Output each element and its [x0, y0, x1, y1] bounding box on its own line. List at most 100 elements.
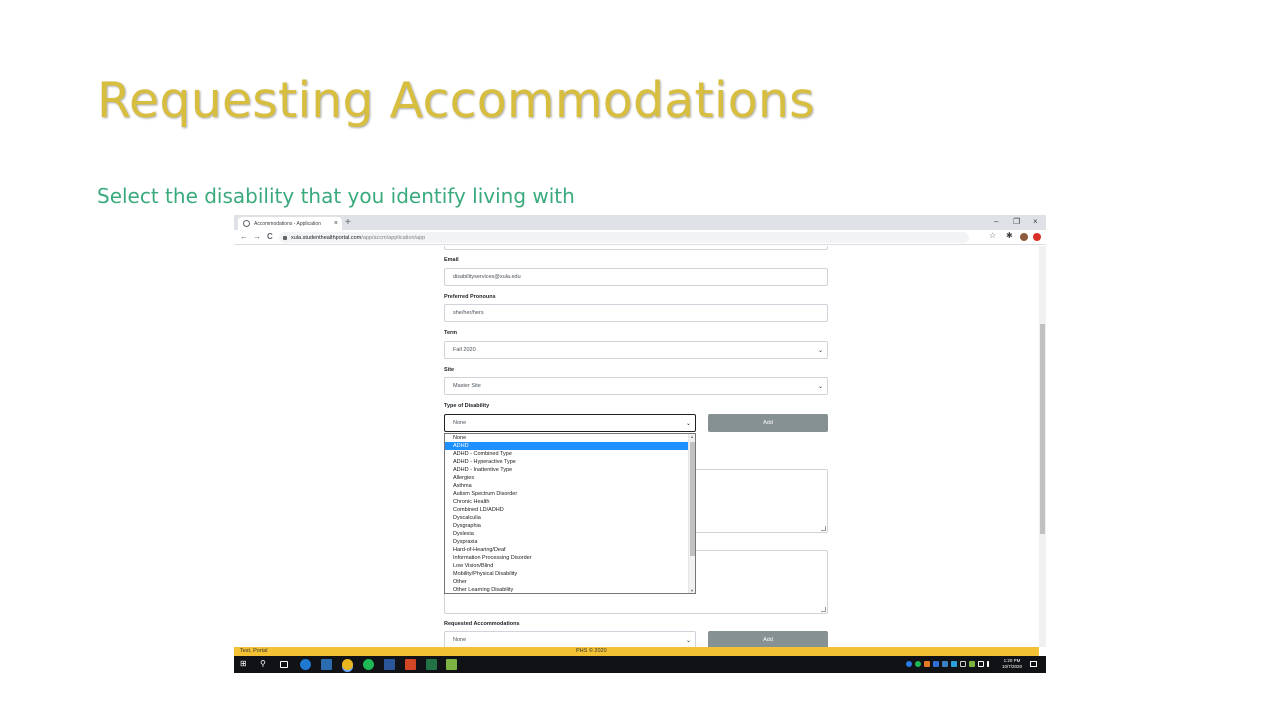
- address-bar[interactable]: xula.studenthealthportal.com /app/accm/a…: [279, 232, 969, 243]
- clock-date: 10/7/2020: [1001, 664, 1023, 669]
- profile-avatar-icon[interactable]: [1020, 233, 1028, 241]
- close-window-button[interactable]: ×: [1033, 216, 1038, 228]
- portal-status-bar: Test, Portal PHS © 2020: [234, 647, 1039, 656]
- page-viewport: Email disabilityservices@xula.edu Prefer…: [234, 246, 1039, 647]
- tray-app-icon[interactable]: [942, 661, 948, 667]
- site-select[interactable]: Master Site ⌄: [444, 377, 828, 395]
- accommodations-select[interactable]: None ⌄: [444, 631, 696, 647]
- lock-icon: [283, 235, 287, 240]
- tray-app-icon[interactable]: [951, 661, 957, 667]
- chevron-down-icon: ⌄: [817, 347, 823, 354]
- dropdown-option[interactable]: Dyslexia: [445, 530, 689, 538]
- add-disability-button[interactable]: Add: [708, 414, 828, 432]
- email-field[interactable]: disabilityservices@xula.edu: [444, 268, 828, 286]
- dropdown-options: None ADHD ADHD - Combined Type ADHD - Hyper…: [445, 434, 695, 593]
- user-name: Test, Portal: [240, 648, 268, 654]
- reload-button[interactable]: C: [267, 231, 273, 243]
- spotify-icon[interactable]: [363, 659, 374, 670]
- back-button[interactable]: ←: [240, 231, 248, 243]
- term-select[interactable]: Fall 2020 ⌄: [444, 341, 828, 359]
- dropdown-option[interactable]: ADHD - Hyperactive Type: [445, 458, 689, 466]
- dropdown-option[interactable]: Autism Spectrum Disorder: [445, 490, 689, 498]
- volume-icon[interactable]: [987, 661, 993, 667]
- dropdown-option[interactable]: Hard-of-Hearing/Deaf: [445, 546, 689, 554]
- bookmark-star-icon[interactable]: ☆: [989, 230, 996, 242]
- tab-bar: Accommodations - Application × + – ❐ ×: [234, 215, 1046, 230]
- notifications-icon[interactable]: [1030, 661, 1037, 667]
- previous-field[interactable]: [444, 246, 828, 250]
- dropdown-option[interactable]: Dyscalculia: [445, 514, 689, 522]
- file-explorer-icon[interactable]: [321, 659, 332, 670]
- network-icon[interactable]: [978, 661, 984, 667]
- page-scrollbar[interactable]: [1039, 246, 1046, 647]
- scroll-down-icon[interactable]: ▼: [690, 588, 694, 593]
- tab-close-icon[interactable]: ×: [334, 220, 338, 227]
- chrome-icon[interactable]: [342, 659, 353, 670]
- browser-screenshot: Accommodations - Application × + – ❐ × ←…: [234, 215, 1046, 673]
- dropdown-option[interactable]: Dyspraxia: [445, 538, 689, 546]
- windows-taskbar: ⊞ ⚲ 1:20 PM 10/7/2020: [234, 656, 1046, 673]
- tray-app-icon[interactable]: [906, 661, 912, 667]
- disability-label: Type of Disability: [444, 403, 490, 409]
- system-clock[interactable]: 1:20 PM 10/7/2020: [1000, 658, 1024, 670]
- new-tab-button[interactable]: +: [345, 217, 351, 229]
- dropdown-option[interactable]: Low Vision/Blind: [445, 562, 689, 570]
- tray-battery-icon[interactable]: [960, 661, 966, 667]
- dropdown-option[interactable]: Asthma: [445, 482, 689, 490]
- app-icon[interactable]: [446, 659, 457, 670]
- browser-toolbar: ← → C xula.studenthealthportal.com /app/…: [234, 230, 1046, 245]
- minimize-button[interactable]: –: [994, 216, 998, 228]
- dropdown-option[interactable]: Mobility/Physical Disability: [445, 570, 689, 578]
- dropdown-option[interactable]: Chronic Health: [445, 498, 689, 506]
- dropdown-option[interactable]: None: [445, 434, 689, 442]
- chevron-down-icon: ⌄: [685, 420, 691, 427]
- disability-value: None: [453, 420, 467, 426]
- disability-dropdown-list[interactable]: None ADHD ADHD - Combined Type ADHD - Hyper…: [444, 433, 696, 594]
- chevron-down-icon: ⌄: [817, 383, 823, 390]
- scroll-up-icon[interactable]: ▲: [690, 434, 694, 439]
- site-value: Master Site: [453, 383, 481, 389]
- dropdown-scroll-thumb[interactable]: [690, 442, 695, 556]
- excel-icon[interactable]: [426, 659, 437, 670]
- task-view-icon[interactable]: [280, 661, 288, 668]
- tray-app-icon[interactable]: [969, 661, 975, 667]
- powerpoint-icon[interactable]: [405, 659, 416, 670]
- slide-title: Requesting Accommodations: [97, 72, 815, 129]
- dropdown-option[interactable]: ADHD - Combined Type: [445, 450, 689, 458]
- term-label: Term: [444, 330, 458, 336]
- dropdown-option[interactable]: ADHD - Inattentive Type: [445, 466, 689, 474]
- page-scroll-thumb[interactable]: [1040, 324, 1045, 534]
- add-accommodation-button[interactable]: Add: [708, 631, 828, 647]
- tray-app-icon[interactable]: [924, 661, 930, 667]
- dropdown-option[interactable]: Combined LD/ADHD: [445, 506, 689, 514]
- pronouns-value: she/her/hers: [453, 310, 484, 316]
- email-label: Email: [444, 257, 459, 263]
- dropdown-option[interactable]: Other Learning Disability: [445, 586, 689, 593]
- url-host: xula.studenthealthportal.com: [291, 234, 362, 241]
- term-value: Fall 2020: [453, 347, 476, 353]
- dropdown-option[interactable]: ADHD: [445, 442, 689, 450]
- extensions-icon[interactable]: ✱: [1006, 230, 1013, 242]
- search-icon[interactable]: ⚲: [260, 658, 266, 670]
- edge-icon[interactable]: [300, 659, 311, 670]
- restore-button[interactable]: ❐: [1013, 216, 1020, 228]
- dropdown-option[interactable]: Other: [445, 578, 689, 586]
- dropdown-option[interactable]: Dysgraphia: [445, 522, 689, 530]
- dropdown-option[interactable]: Allergies: [445, 474, 689, 482]
- slide-subtitle: Select the disability that you identify …: [97, 184, 575, 208]
- browser-tab[interactable]: Accommodations - Application ×: [238, 217, 342, 230]
- tray-app-icon[interactable]: [933, 661, 939, 667]
- dropdown-scrollbar[interactable]: ▲ ▼: [688, 434, 695, 593]
- site-label: Site: [444, 367, 455, 373]
- tray-spotify-icon[interactable]: [915, 661, 921, 667]
- word-icon[interactable]: [384, 659, 395, 670]
- windows-start-icon[interactable]: ⊞: [240, 658, 247, 670]
- pronouns-field[interactable]: she/her/hers: [444, 304, 828, 322]
- pronouns-label: Preferred Pronouns: [444, 294, 496, 300]
- extension-red-icon[interactable]: [1033, 233, 1041, 241]
- dropdown-option[interactable]: Information Processing Disorder: [445, 554, 689, 562]
- forward-button[interactable]: →: [253, 231, 261, 243]
- disability-select[interactable]: None ⌄: [444, 414, 696, 432]
- tab-title: Accommodations - Application: [254, 220, 321, 227]
- email-value: disabilityservices@xula.edu: [453, 274, 521, 280]
